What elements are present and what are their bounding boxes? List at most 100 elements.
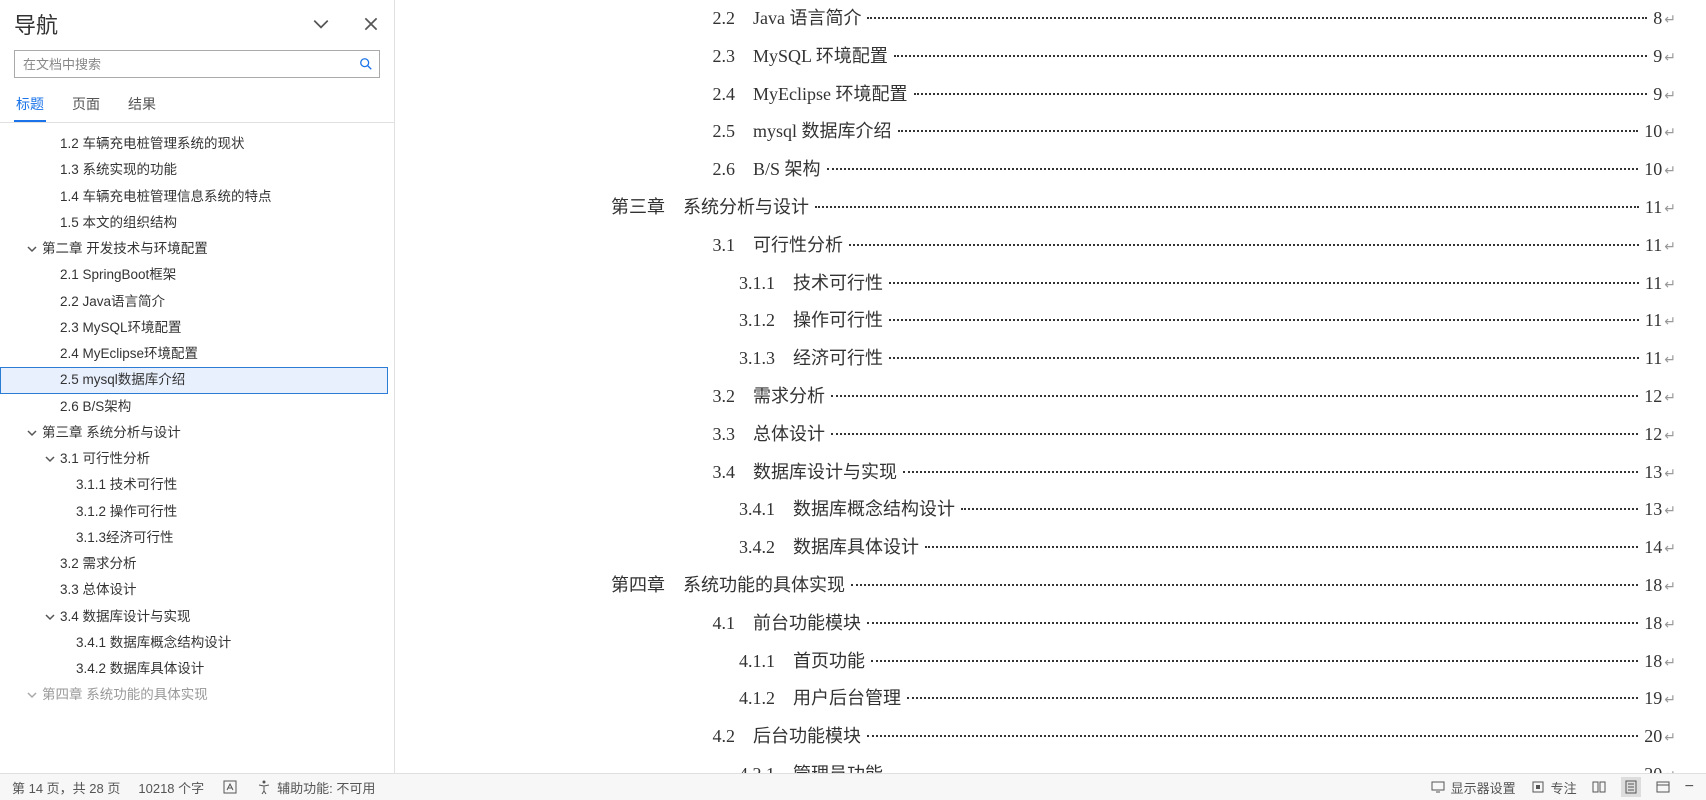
return-mark: ↵	[1664, 271, 1676, 300]
print-layout-icon[interactable]	[1621, 777, 1641, 797]
nav-tree-item[interactable]: 2.5 mysql数据库介绍	[0, 367, 388, 393]
read-mode-icon[interactable]	[1591, 779, 1607, 795]
toc-text: 数据库具体设计	[793, 529, 919, 567]
nav-tree-item[interactable]: 第四章 系统功能的具体实现	[0, 682, 388, 708]
nav-tree-item[interactable]: 第二章 开发技术与环境配置	[0, 236, 388, 262]
toc-leader	[889, 319, 1639, 321]
zoom-out-icon[interactable]: −	[1685, 778, 1694, 796]
tree-item-label: 2.4 MyEclipse环境配置	[60, 344, 198, 364]
return-mark: ↵	[1664, 460, 1676, 489]
tree-item-label: 3.1.2 操作可行性	[76, 502, 177, 522]
tree-toggle-icon[interactable]	[24, 425, 40, 441]
tree-toggle-icon[interactable]	[24, 241, 40, 257]
tree-toggle-icon[interactable]	[42, 609, 58, 625]
toc-text: 数据库设计与实现	[753, 454, 897, 492]
nav-tree-item[interactable]: 1.2 车辆充电桩管理系统的现状	[0, 131, 388, 157]
return-mark: ↵	[1664, 611, 1676, 640]
return-mark: ↵	[1664, 384, 1676, 413]
toc-text: 首页功能	[793, 643, 865, 681]
nav-tree-item[interactable]: 3.1.1 技术可行性	[0, 472, 388, 498]
toc-number: 3.1.1	[415, 265, 775, 303]
nav-tree-item[interactable]: 1.4 车辆充电桩管理信息系统的特点	[0, 184, 388, 210]
toc-text: 操作可行性	[793, 302, 883, 340]
toc-text: 用户后台管理	[793, 680, 901, 718]
toc-entry: 4.1前台功能模块18↵	[415, 605, 1706, 643]
toc-text: 总体设计	[753, 416, 825, 454]
close-icon[interactable]	[362, 15, 380, 33]
toc-text: MyEclipse 环境配置	[753, 76, 908, 114]
nav-tree-item[interactable]: 1.3 系统实现的功能	[0, 157, 388, 183]
nav-tree-item[interactable]: 3.1.3经济可行性	[0, 525, 388, 551]
toc-number: 3.3	[415, 416, 735, 454]
word-count[interactable]: 10218 个字	[138, 778, 204, 797]
nav-tree-item[interactable]: 2.6 B/S架构	[0, 394, 388, 420]
tree-item-label: 3.4 数据库设计与实现	[60, 607, 191, 627]
tree-item-label: 2.1 SpringBoot框架	[60, 265, 176, 285]
toc-page: 18	[1644, 605, 1662, 643]
toc-page: 14	[1644, 529, 1662, 567]
tree-toggle-icon[interactable]	[24, 687, 40, 703]
tree-item-label: 2.2 Java语言简介	[60, 292, 165, 312]
nav-tree-item[interactable]: 2.2 Java语言简介	[0, 289, 388, 315]
toc-number: 4.1.2	[415, 680, 775, 718]
search-input[interactable]	[15, 57, 353, 72]
toc-number: 2.5	[415, 113, 735, 151]
nav-tabs: 标题页面结果	[0, 88, 394, 123]
nav-tree-item[interactable]: 1.5 本文的组织结构	[0, 210, 388, 236]
web-layout-icon[interactable]	[1655, 779, 1671, 795]
nav-tree-item[interactable]: 3.4 数据库设计与实现	[0, 604, 388, 630]
nav-tree-item[interactable]: 3.4.1 数据库概念结构设计	[0, 630, 388, 656]
toc-leader	[889, 357, 1639, 359]
toc-leader	[961, 508, 1638, 510]
tree-item-label: 3.1.3经济可行性	[76, 528, 174, 548]
accessibility-status[interactable]: 辅助功能: 不可用	[256, 778, 375, 797]
nav-tree-item[interactable]: 2.1 SpringBoot框架	[0, 262, 388, 288]
nav-tree-item[interactable]: 2.4 MyEclipse环境配置	[0, 341, 388, 367]
toc-text: 数据库概念结构设计	[793, 491, 955, 529]
toc-text: 可行性分析	[753, 227, 843, 265]
return-mark: ↵	[1664, 649, 1676, 678]
toc-leader	[827, 168, 1639, 170]
toc-number: 3.4.1	[415, 491, 775, 529]
toc-text: 经济可行性	[793, 340, 883, 378]
toc-leader	[925, 546, 1638, 548]
display-settings-button[interactable]: 显示器设置	[1430, 778, 1516, 797]
tree-item-label: 3.4.1 数据库概念结构设计	[76, 633, 231, 653]
return-mark: ↵	[1664, 724, 1676, 753]
toc-page: 19	[1644, 680, 1662, 718]
toc-entry: 3.1.3经济可行性11↵	[415, 340, 1706, 378]
nav-tree-item[interactable]: 3.4.2 数据库具体设计	[0, 656, 388, 682]
chevron-down-icon[interactable]	[312, 15, 330, 33]
toc-page: 10	[1644, 151, 1662, 189]
nav-tab-2[interactable]: 结果	[126, 88, 158, 122]
nav-tree-item[interactable]: 2.3 MySQL环境配置	[0, 315, 388, 341]
nav-tree-item[interactable]: 3.2 需求分析	[0, 551, 388, 577]
toc-text: 需求分析	[753, 378, 825, 416]
nav-tree-item[interactable]: 3.3 总体设计	[0, 577, 388, 603]
toc-page: 13	[1644, 454, 1662, 492]
return-mark: ↵	[1664, 762, 1676, 773]
tree-toggle-icon[interactable]	[42, 451, 58, 467]
tree-item-label: 第二章 开发技术与环境配置	[42, 239, 208, 259]
toc-leader	[914, 93, 1648, 95]
page-indicator[interactable]: 第 14 页，共 28 页	[12, 778, 120, 797]
toc-text: Java 语言简介	[753, 0, 861, 38]
nav-tree-item[interactable]: 3.1.2 操作可行性	[0, 499, 388, 525]
toc-entry: 3.1可行性分析11↵	[415, 227, 1706, 265]
nav-tab-1[interactable]: 页面	[70, 88, 102, 122]
nav-tree-item[interactable]: 第三章 系统分析与设计	[0, 420, 388, 446]
search-icon[interactable]	[353, 51, 379, 77]
focus-mode-button[interactable]: 专注	[1530, 778, 1577, 797]
return-mark: ↵	[1664, 497, 1676, 526]
toc-number: 3.2	[415, 378, 735, 416]
toc-number: 3.1.2	[415, 302, 775, 340]
toc-number: 4.2	[415, 718, 735, 756]
language-icon[interactable]	[222, 779, 238, 795]
return-mark: ↵	[1664, 157, 1676, 186]
toc-entry: 2.4MyEclipse 环境配置9↵	[415, 76, 1706, 114]
tree-item-label: 1.4 车辆充电桩管理信息系统的特点	[60, 187, 272, 207]
nav-tree-item[interactable]: 3.1 可行性分析	[0, 446, 388, 472]
toc-entry: 3.4.2数据库具体设计14↵	[415, 529, 1706, 567]
nav-tab-0[interactable]: 标题	[14, 88, 46, 122]
toc-entry: 3.1.1技术可行性11↵	[415, 265, 1706, 303]
